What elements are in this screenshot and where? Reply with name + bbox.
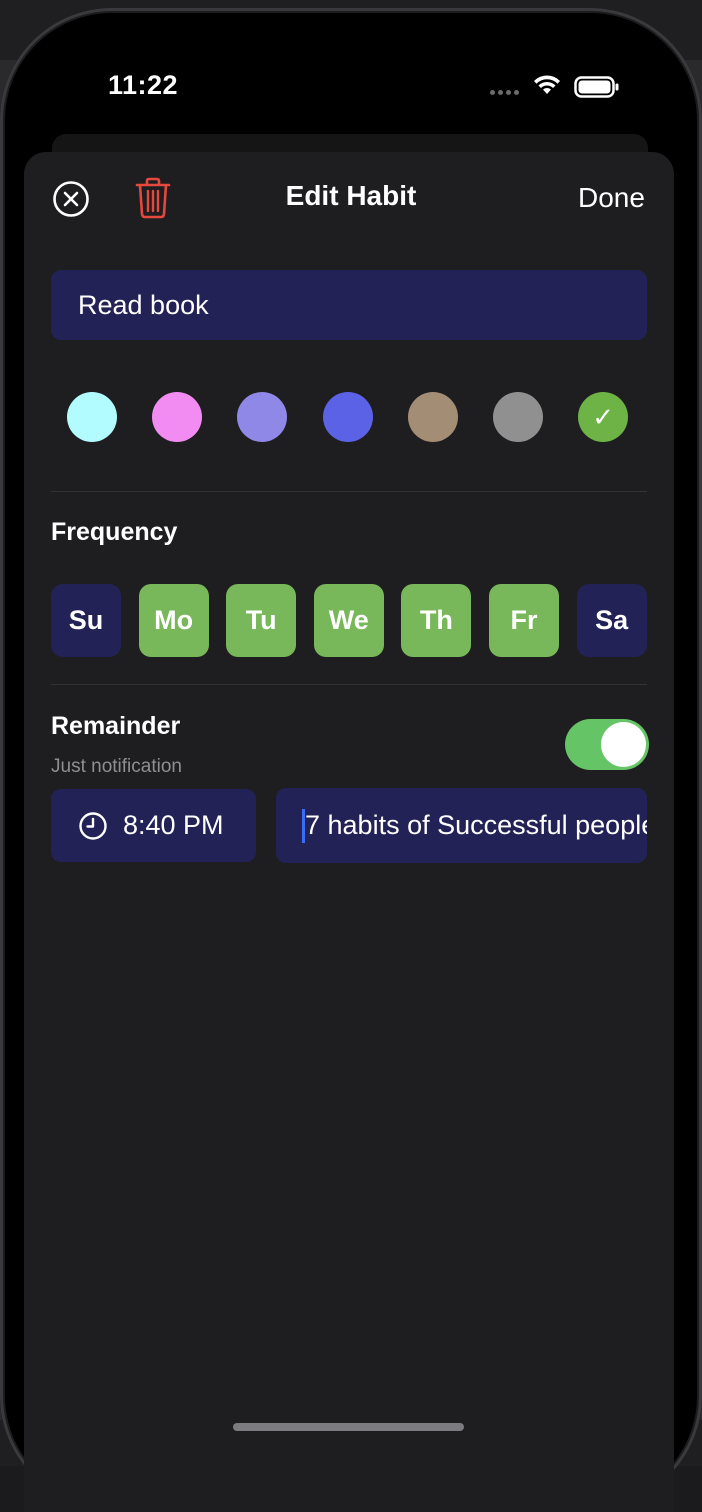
reminder-note-text: 7 habits of Successful people <box>305 810 647 840</box>
divider <box>51 684 647 685</box>
day-button-th[interactable]: Th <box>401 584 472 657</box>
frequency-label: Frequency <box>51 518 178 546</box>
wifi-icon <box>534 75 560 94</box>
reminder-label: Remainder <box>51 712 181 740</box>
color-swatch[interactable] <box>493 392 543 442</box>
signal-dots-icon <box>490 82 522 95</box>
done-button[interactable]: Done <box>578 182 645 214</box>
color-swatch[interactable] <box>67 392 117 442</box>
reminder-time-field[interactable]: 8:40 PM <box>51 789 256 862</box>
reminder-toggle[interactable] <box>565 719 649 770</box>
day-button-tu[interactable]: Tu <box>226 584 297 657</box>
reminder-time-label: 8:40 PM <box>123 810 224 840</box>
home-indicator[interactable] <box>233 1423 464 1431</box>
status-time: 11:22 <box>108 70 179 100</box>
color-picker: ✓ <box>51 392 647 442</box>
battery-icon <box>574 76 619 98</box>
color-swatch[interactable] <box>322 392 373 442</box>
color-swatch[interactable] <box>152 392 203 442</box>
habit-name-field[interactable]: Read book <box>51 270 647 340</box>
day-button-sa[interactable]: Sa <box>576 584 647 657</box>
day-button-fr[interactable]: Fr <box>489 584 559 657</box>
clock-icon <box>79 812 107 840</box>
color-swatch[interactable]: ✓ <box>578 392 629 442</box>
color-swatch[interactable] <box>237 392 288 442</box>
day-button-mo[interactable]: Mo <box>138 584 209 657</box>
day-button-we[interactable]: We <box>313 584 384 657</box>
color-swatch[interactable] <box>407 392 458 442</box>
day-button-su[interactable]: Su <box>51 584 121 657</box>
reminder-subtitle: Just notification <box>51 756 182 777</box>
toggle-knob <box>601 722 646 767</box>
divider <box>51 491 647 492</box>
reminder-note-field[interactable]: 7 habits of Successful people <box>276 788 647 863</box>
checkmark-icon: ✓ <box>592 402 615 432</box>
day-selector: Su Mo Tu We Th Fr Sa <box>51 584 647 657</box>
